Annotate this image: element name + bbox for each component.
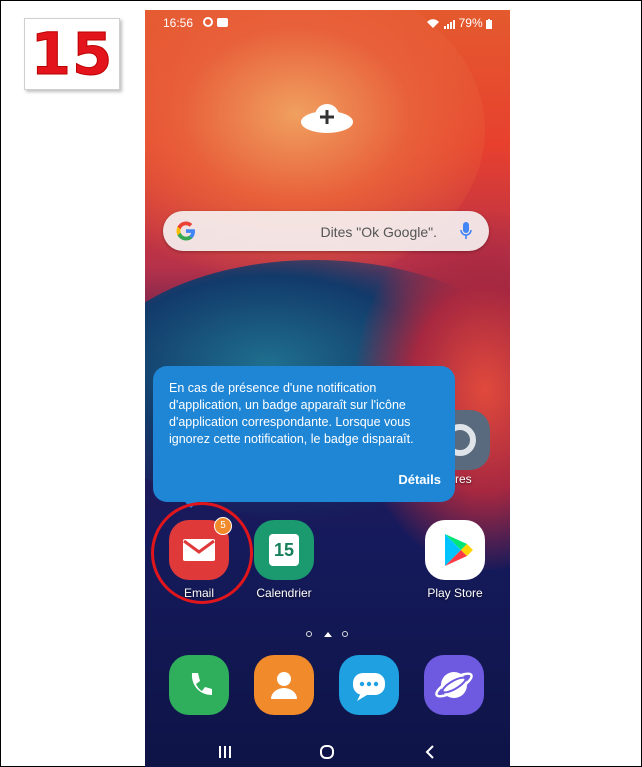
add-page-cloud-icon[interactable]: [300, 104, 354, 134]
battery-percent: 79%: [458, 16, 483, 30]
status-time: 16:56: [163, 16, 194, 30]
tooltip-details-link[interactable]: Détails: [398, 471, 441, 488]
battery-icon: [486, 18, 492, 29]
internet-icon[interactable]: [424, 655, 484, 715]
google-g-icon: [176, 221, 195, 241]
navigation-bar: [145, 737, 510, 767]
home-button[interactable]: [307, 737, 347, 767]
microphone-icon[interactable]: [459, 221, 473, 241]
handset-icon: [191, 673, 212, 695]
search-placeholder: Dites "Ok Google".: [320, 224, 437, 240]
contacts-icon[interactable]: [254, 655, 314, 715]
step-number: 15: [30, 20, 114, 88]
step-number-box: 15: [24, 18, 120, 90]
status-right: 79%: [426, 16, 492, 30]
notification-icon: [203, 17, 213, 27]
planet-icon: [435, 672, 473, 698]
back-button[interactable]: [410, 737, 450, 767]
message-icon: [217, 18, 228, 27]
play-triangle-icon: [445, 534, 473, 566]
badge-tooltip: En cas de présence d'une notification d'…: [153, 366, 455, 502]
phone-screen: 16:56 79% Dites "Ok Google". ètres En ca…: [145, 10, 510, 767]
signal-icon: [444, 19, 456, 29]
chat-bubble-icon: [353, 673, 385, 701]
play-store-app[interactable]: Play Store: [415, 520, 495, 600]
page-indicator[interactable]: [303, 629, 353, 639]
play-store-icon: [425, 520, 485, 580]
tooltip-text: En cas de présence d'une notification d'…: [169, 381, 414, 446]
status-bar: 16:56 79%: [145, 10, 510, 36]
google-search-bar[interactable]: Dites "Ok Google".: [163, 211, 489, 251]
phone-icon[interactable]: [169, 655, 229, 715]
wifi-icon: [426, 19, 439, 28]
calendar-app[interactable]: 15 Calendrier: [244, 520, 324, 600]
messages-icon[interactable]: [339, 655, 399, 715]
calendar-app-label: Calendrier: [256, 586, 312, 600]
highlight-circle: [151, 502, 253, 604]
calendar-icon: 15: [254, 520, 314, 580]
recent-apps-button[interactable]: [205, 737, 245, 767]
play-store-app-label: Play Store: [427, 586, 483, 600]
calendar-day: 15: [273, 540, 295, 560]
person-icon: [271, 672, 297, 699]
